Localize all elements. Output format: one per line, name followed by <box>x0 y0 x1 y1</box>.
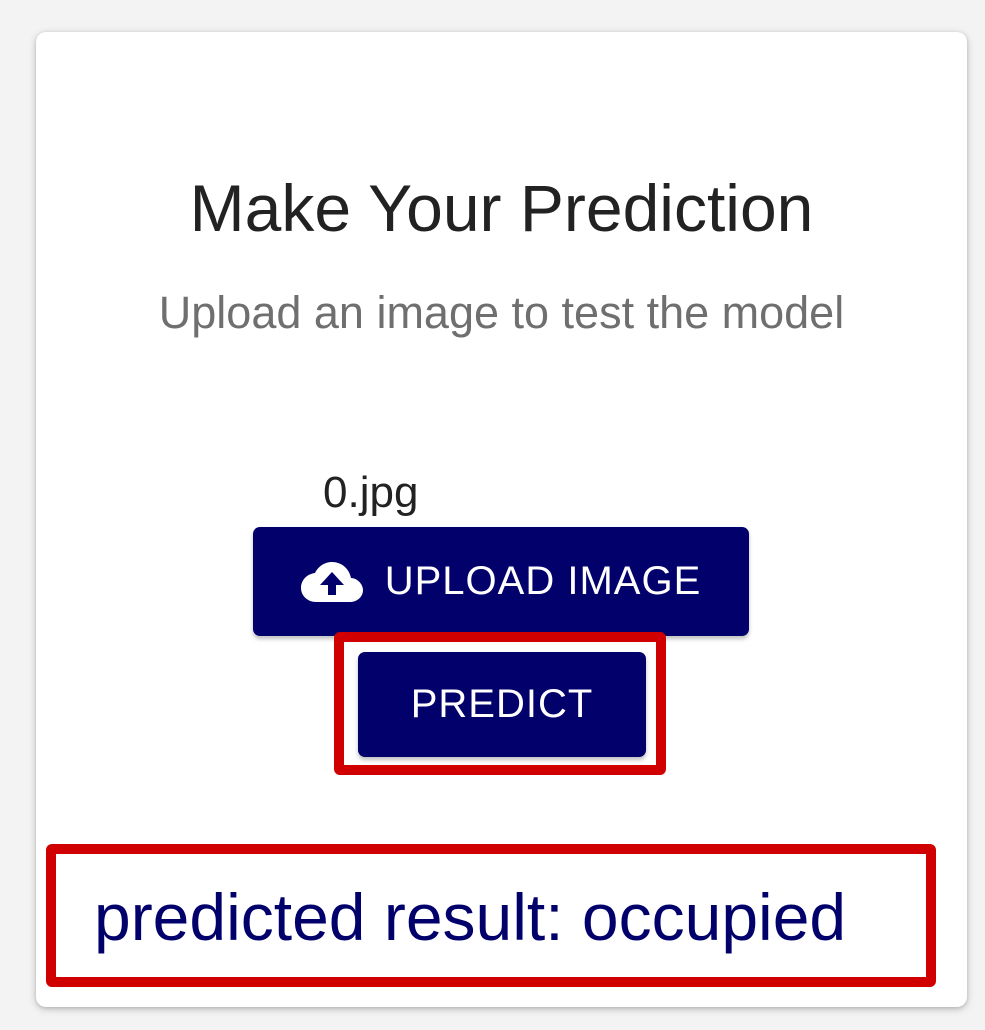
predict-button[interactable]: PREDICT <box>358 652 646 757</box>
prediction-card: Make Your Prediction Upload an image to … <box>36 32 967 1007</box>
page-title: Make Your Prediction <box>189 171 814 245</box>
predict-label: PREDICT <box>410 682 594 726</box>
selected-file-name: 0.jpg <box>323 468 419 517</box>
cloud-upload-icon <box>300 560 363 604</box>
upload-image-button[interactable]: UPLOAD IMAGE <box>253 527 749 636</box>
page-subtitle: Upload an image to test the model <box>158 287 845 338</box>
upload-image-label: UPLOAD IMAGE <box>384 559 702 603</box>
prediction-result: predicted result: occupied <box>94 880 847 954</box>
